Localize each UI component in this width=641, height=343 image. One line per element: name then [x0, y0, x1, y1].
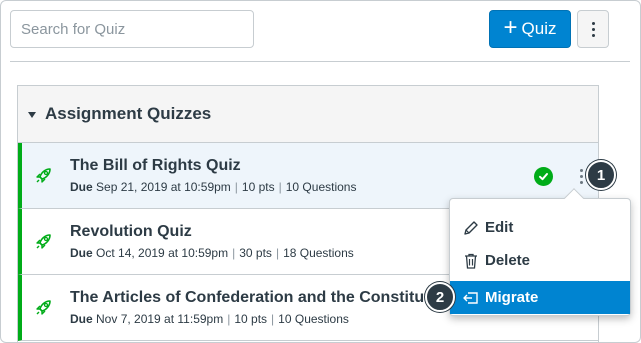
search-input[interactable]: [10, 10, 254, 48]
quizzes-page: + Quiz Assignment Quizzes The Bill of Ri…: [0, 0, 641, 343]
add-quiz-label: Quiz: [521, 19, 557, 38]
published-check-icon[interactable]: [534, 167, 553, 186]
quiz-meta: Due Sep 21, 2019 at 10:59pm | 10 pts | 10 Qu…: [70, 180, 357, 194]
menu-item-label: Migrate: [485, 289, 539, 306]
trash-icon: [465, 253, 477, 269]
quiz-title[interactable]: Revolution Quiz: [70, 223, 192, 241]
quiz-meta: Due Nov 7, 2019 at 11:59pm | 10 pts | 10 Que…: [70, 312, 349, 326]
migrate-icon: [463, 291, 478, 304]
menu-item-edit[interactable]: Edit: [450, 211, 630, 244]
add-quiz-button[interactable]: + Quiz: [489, 10, 571, 48]
caret-down-icon: [28, 111, 36, 118]
plus-icon: +: [503, 14, 518, 41]
kebab-icon: [579, 168, 583, 172]
menu-item-label: Delete: [485, 252, 531, 269]
callout-badge: 2: [425, 282, 455, 312]
menu-item-label: Edit: [485, 219, 514, 236]
kebab-icon: [591, 21, 595, 25]
rocket-icon: [36, 168, 51, 183]
menu-item-delete[interactable]: Delete: [450, 244, 630, 277]
callout-badge: 1: [586, 160, 616, 190]
quiz-meta: Due Oct 14, 2019 at 10:59pm | 30 pts | 18 Qu…: [70, 246, 354, 260]
options-button[interactable]: [577, 10, 609, 48]
group-header[interactable]: Assignment Quizzes: [18, 86, 598, 143]
group-title: Assignment Quizzes: [45, 104, 212, 123]
pencil-icon: [464, 220, 478, 235]
menu-item-migrate[interactable]: Migrate: [450, 281, 630, 314]
rocket-icon: [36, 234, 51, 249]
divider: [10, 61, 630, 62]
quiz-title[interactable]: The Bill of Rights Quiz: [70, 157, 241, 175]
quiz-title[interactable]: The Articles of Confederation and the Co…: [70, 289, 453, 307]
options-menu: Edit Delete Migrate: [449, 188, 631, 316]
rocket-icon: [36, 300, 51, 315]
